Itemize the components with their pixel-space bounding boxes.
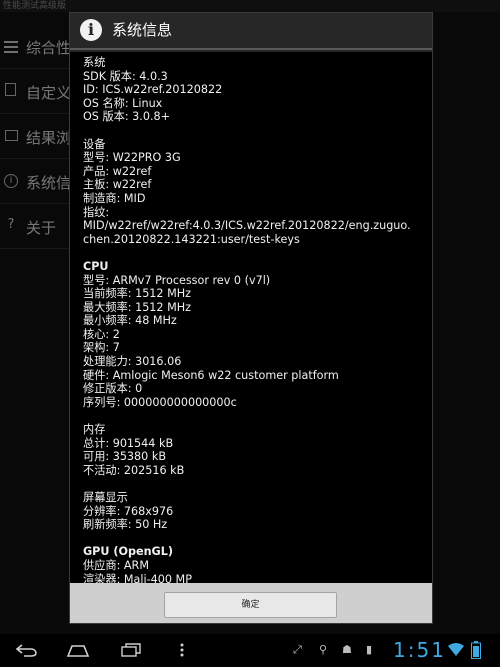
info-section: 系统 SDK 版本: 4.0.3 ID: ICS.w22ref.20120822 OS… <box>83 56 426 124</box>
info-line: OS 名称: Linux <box>83 96 163 110</box>
menu-icon[interactable] <box>179 642 185 658</box>
info-line: 主板: w22ref <box>83 178 152 192</box>
info-line: 核心: 2 <box>83 327 120 341</box>
info-line: 刷新频率: 50 Hz <box>83 518 168 532</box>
system-info-text: 系统 SDK 版本: 4.0.3 ID: ICS.w22ref.20120822 OS… <box>83 56 426 583</box>
section-heading: 设备 <box>83 137 106 151</box>
info-line: 分辨率: 768x976 <box>83 504 174 518</box>
section-heading: 内存 <box>83 423 106 437</box>
info-line: 可用: 35380 kB <box>83 450 166 464</box>
info-line: 指纹: MID/w22ref/w22ref:4.0.3/ICS.w22ref.2… <box>83 205 411 233</box>
info-line: 型号: ARMv7 Processor rev 0 (v7l) <box>83 273 271 287</box>
info-section: 设备 型号: W22PRO 3G 产品: w22ref 主板: w22ref 制造商: … <box>83 138 426 247</box>
info-line: 制造商: MID <box>83 191 146 205</box>
back-icon[interactable] <box>16 643 38 657</box>
dialog-footer: 确定 <box>70 583 432 623</box>
info-line: 处理能力: 3016.06 <box>83 355 182 369</box>
info-line: 供应商: ARM <box>83 558 149 572</box>
section-heading: 屏幕显示 <box>83 491 128 504</box>
info-line: OS 版本: 3.0.8+ <box>83 110 171 124</box>
dialog-header: i 系统信息 <box>70 13 432 50</box>
home-icon[interactable] <box>66 643 90 657</box>
info-line: 总计: 901544 kB <box>83 436 174 450</box>
fullscreen-icon: ⤢ <box>293 643 302 656</box>
info-line: SDK 版本: 4.0.3 <box>83 69 168 83</box>
info-section: GPU (OpenGL) 供应商: ARM 渲染器: Mali-400 MP <box>83 545 426 583</box>
system-bar: ⤢ ⚲ ☗ ▮ 1:51 <box>0 634 500 667</box>
info-line: 架构: 7 <box>83 341 120 355</box>
ok-button[interactable]: 确定 <box>164 592 337 618</box>
system-info-dialog: i 系统信息 系统 SDK 版本: 4.0.3 ID: ICS.w22ref.201… <box>69 12 433 624</box>
section-heading: 系统 <box>83 56 106 69</box>
usb-icon: ⚲ <box>319 643 328 656</box>
section-heading: CPU <box>83 259 109 273</box>
info-line: chen.20120822.143221:user/test-keys <box>83 232 300 246</box>
info-line: 硬件: Amlogic Meson6 w22 customer platform <box>83 368 339 382</box>
info-line: 渲染器: Mali-400 MP <box>83 572 192 583</box>
section-heading: GPU (OpenGL) <box>83 545 173 559</box>
wifi-icon <box>448 643 464 656</box>
info-section: 屏幕显示 分辨率: 768x976 刷新频率: 50 Hz <box>83 491 426 532</box>
info-icon: i <box>80 19 102 41</box>
battery-icon <box>471 641 481 659</box>
info-line: 当前频率: 1512 MHz <box>83 287 192 301</box>
info-section: CPU 型号: ARMv7 Processor rev 0 (v7l) 当前频率: … <box>83 260 426 410</box>
dialog-scroll-content[interactable]: 系统 SDK 版本: 4.0.3 ID: ICS.w22ref.20120822 OS… <box>70 52 432 583</box>
info-line: 最小频率: 48 MHz <box>83 314 177 328</box>
android-debug-icon: ☗ <box>342 643 352 656</box>
recent-apps-icon[interactable] <box>120 643 142 657</box>
info-line: 序列号: 000000000000000c <box>83 395 237 409</box>
info-line: ID: ICS.w22ref.20120822 <box>83 83 223 97</box>
info-section: 内存 总计: 901544 kB 可用: 35380 kB 不活动: 202516 k… <box>83 423 426 477</box>
info-line: 最大频率: 1512 MHz <box>83 300 192 314</box>
info-line: 型号: W22PRO 3G <box>83 151 181 165</box>
info-line: 修正版本: 0 <box>83 382 143 396</box>
info-line: 产品: w22ref <box>83 164 152 178</box>
sd-card-icon: ▮ <box>366 643 373 656</box>
dialog-title: 系统信息 <box>112 21 173 39</box>
clock: 1:51 <box>393 638 446 662</box>
info-line: 不活动: 202516 kB <box>83 463 185 477</box>
